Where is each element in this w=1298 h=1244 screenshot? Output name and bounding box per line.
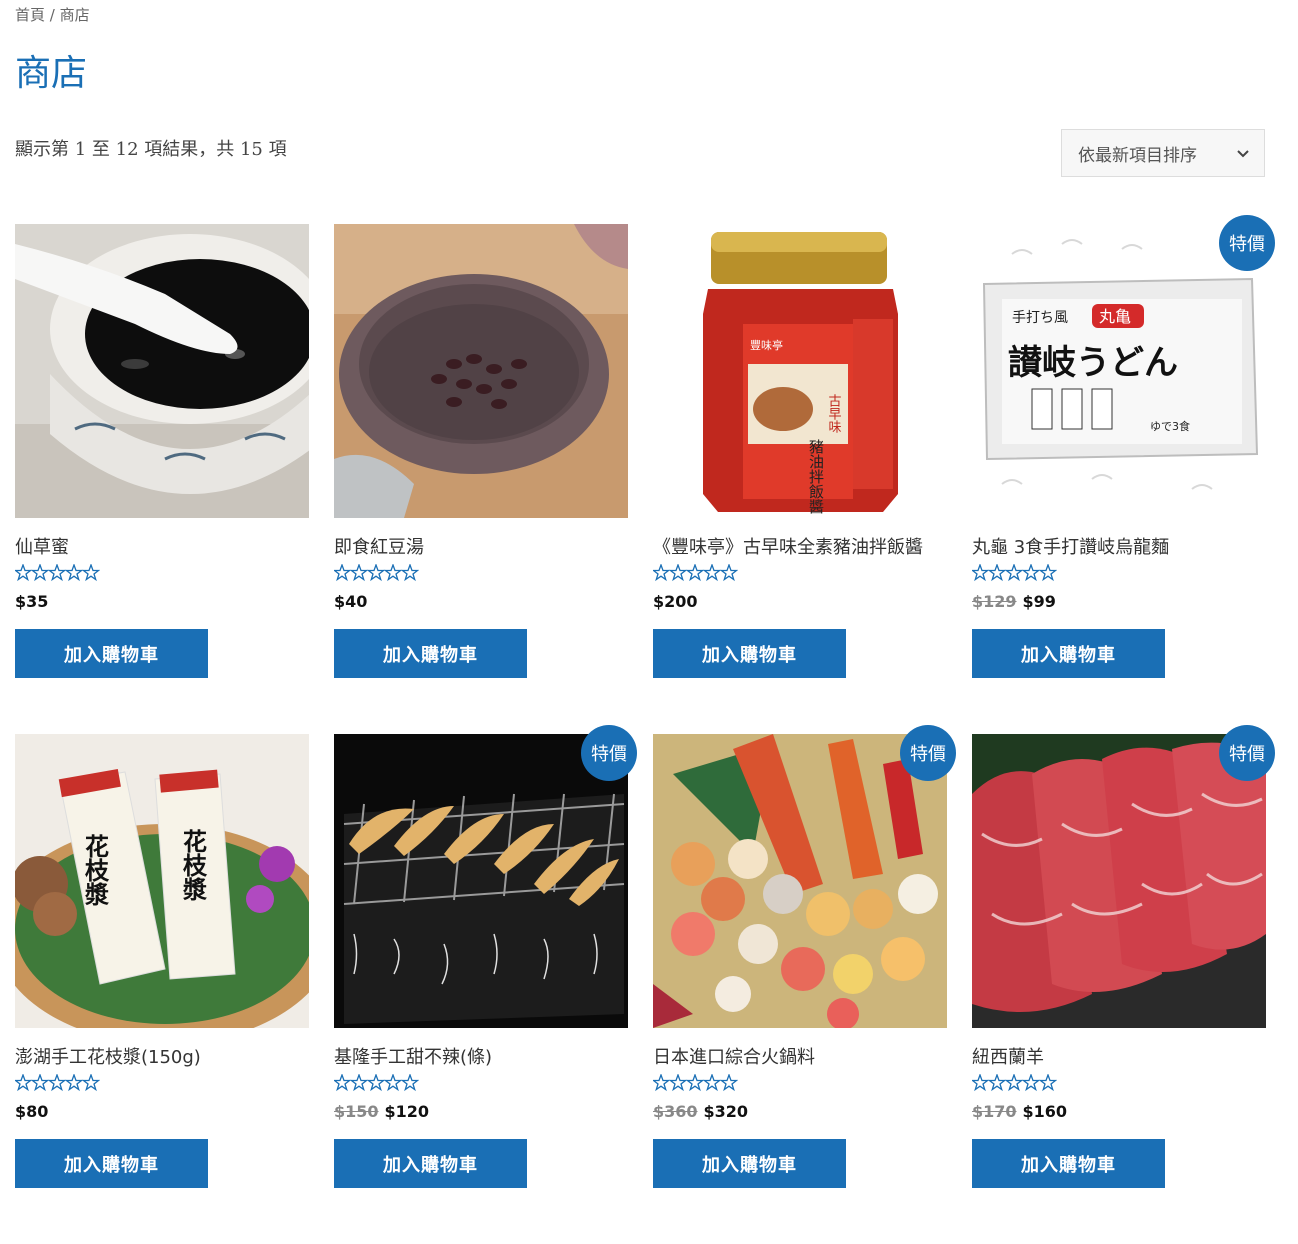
sale-badge: 特價: [900, 725, 956, 781]
product-image[interactable]: [334, 734, 628, 1028]
breadcrumb-current: 商店: [59, 6, 90, 24]
sale-badge: 特價: [581, 725, 637, 781]
product-price: $40: [334, 592, 367, 611]
regular-price: $170: [972, 1102, 1017, 1121]
product-name[interactable]: 丸龜 3食手打讚岐烏龍麵: [972, 533, 1169, 559]
ordering-select[interactable]: 依最新項目排序: [1061, 129, 1265, 177]
product-image[interactable]: 花枝漿 花枝漿: [15, 734, 309, 1028]
product-price: $360 $320: [653, 1102, 748, 1121]
current-price: $160: [1022, 1102, 1068, 1121]
jar-brand: 豐味亭: [750, 338, 783, 352]
product-image[interactable]: [15, 224, 309, 518]
product-name[interactable]: 《豐味亭》古早味全素豬油拌飯醬: [653, 533, 923, 559]
current-price: $320: [703, 1102, 749, 1121]
rating-stars-icon: [972, 1074, 1057, 1092]
udon-note: ゆで3食: [1150, 419, 1190, 433]
add-to-cart-button[interactable]: 加入購物車: [15, 629, 208, 678]
product-name[interactable]: 澎湖手工花枝漿(150g): [15, 1043, 201, 1069]
product-image[interactable]: [972, 734, 1266, 1028]
squid-label: 花枝漿: [81, 834, 110, 907]
current-price: $120: [384, 1102, 430, 1121]
current-price: $40: [334, 592, 368, 611]
udon-brand: 丸亀: [1099, 307, 1131, 326]
squid-label: 花枝漿: [179, 829, 208, 902]
product-image[interactable]: [334, 224, 628, 518]
rating-stars-icon: [15, 564, 100, 582]
product-name[interactable]: 基隆手工甜不辣(條): [334, 1043, 492, 1069]
rating-stars-icon: [653, 564, 738, 582]
product-card: 花枝漿 花枝漿 澎湖手工花枝漿(150g) $80 加入購物車: [15, 734, 309, 1244]
product-card: 豐味亭 豬油拌飯醬 古早味 《豐味亭》古早味全素豬油拌飯醬 $200 加入購物車: [653, 224, 947, 734]
add-to-cart-button[interactable]: 加入購物車: [334, 629, 527, 678]
page-title: 商店: [15, 53, 88, 94]
add-to-cart-button[interactable]: 加入購物車: [653, 629, 846, 678]
ordering-selected-value: 依最新項目排序: [1078, 145, 1197, 166]
regular-price: $129: [972, 592, 1017, 611]
breadcrumb-home-link[interactable]: 首頁: [15, 6, 45, 24]
product-grid: 仙草蜜 $35 加入購物車 即食紅豆湯 $40 加入購物車 豐味亭 豬油拌飯醬 …: [15, 215, 1275, 1244]
regular-price: $360: [653, 1102, 698, 1121]
add-to-cart-button[interactable]: 加入購物車: [334, 1139, 527, 1188]
product-price: $150 $120: [334, 1102, 429, 1121]
sale-badge: 特價: [1219, 725, 1275, 781]
product-name[interactable]: 仙草蜜: [15, 533, 69, 559]
rating-stars-icon: [334, 1074, 419, 1092]
breadcrumb: 首頁 / 商店: [15, 4, 90, 25]
product-image[interactable]: [653, 734, 947, 1028]
add-to-cart-button[interactable]: 加入購物車: [15, 1139, 208, 1188]
product-name[interactable]: 即食紅豆湯: [334, 533, 424, 559]
product-price: $200: [653, 592, 698, 611]
current-price: $200: [653, 592, 698, 611]
product-card: 特價 日本進口綜合火鍋料 $360 $320 加入購物車: [653, 725, 956, 1244]
product-image[interactable]: 豐味亭 豬油拌飯醬 古早味: [653, 224, 947, 518]
product-card: 特價 紐西蘭羊 $170 $160 加入購物車: [972, 725, 1275, 1244]
regular-price: $150: [334, 1102, 379, 1121]
udon-title: 讃岐うどん: [1008, 343, 1178, 383]
current-price: $80: [15, 1102, 49, 1121]
result-count: 顯示第 1 至 12 項結果，共 15 項: [15, 139, 287, 160]
product-name[interactable]: 紐西蘭羊: [972, 1043, 1044, 1069]
chevron-down-icon: [1237, 150, 1249, 158]
breadcrumb-separator: /: [49, 6, 55, 24]
jar-side-text: 古早味: [826, 394, 842, 433]
current-price: $99: [1022, 592, 1056, 611]
product-card: 即食紅豆湯 $40 加入購物車: [334, 224, 628, 734]
add-to-cart-button[interactable]: 加入購物車: [972, 629, 1165, 678]
rating-stars-icon: [653, 1074, 738, 1092]
product-price: $80: [15, 1102, 48, 1121]
product-image[interactable]: 丸亀 手打ち風 讃岐うどん ゆで3食: [972, 224, 1266, 518]
rating-stars-icon: [972, 564, 1057, 582]
rating-stars-icon: [334, 564, 419, 582]
product-card: 仙草蜜 $35 加入購物車: [15, 224, 309, 734]
add-to-cart-button[interactable]: 加入購物車: [653, 1139, 846, 1188]
product-name[interactable]: 日本進口綜合火鍋料: [653, 1043, 815, 1069]
add-to-cart-button[interactable]: 加入購物車: [972, 1139, 1165, 1188]
current-price: $35: [15, 592, 49, 611]
jar-label: 豬油拌飯醬: [807, 439, 825, 514]
product-price: $129 $99: [972, 592, 1056, 611]
product-price: $35: [15, 592, 48, 611]
udon-top-text: 手打ち風: [1012, 309, 1068, 326]
product-card: 特價 丸亀 手打ち風 讃岐うどん ゆで3食 丸龜 3食手打讚岐烏龍麵 $129 …: [972, 215, 1275, 734]
rating-stars-icon: [15, 1074, 100, 1092]
sale-badge: 特價: [1219, 215, 1275, 271]
product-card: 特價 基隆手工甜不辣(條) $150 $120 加入購物車: [334, 725, 637, 1244]
product-price: $170 $160: [972, 1102, 1067, 1121]
